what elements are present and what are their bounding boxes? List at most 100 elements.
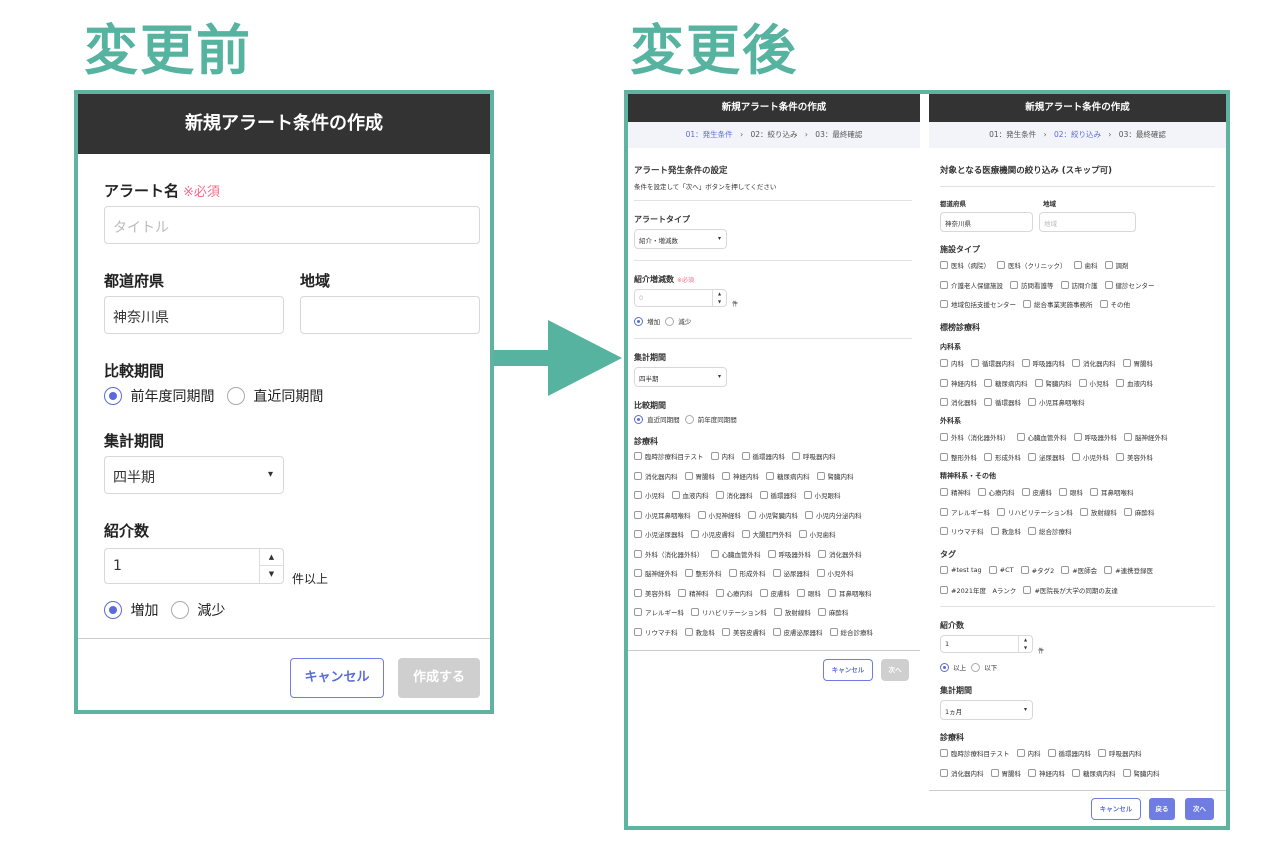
checkbox-option[interactable]: #医師会: [1061, 565, 1097, 575]
checkbox[interactable]: [990, 527, 999, 535]
checkbox-option[interactable]: 内科: [710, 451, 735, 461]
checkbox[interactable]: [803, 491, 812, 499]
checkbox[interactable]: [634, 471, 642, 480]
checkbox[interactable]: [1028, 398, 1036, 406]
stepper-up-icon[interactable]: ▲: [713, 290, 726, 298]
checkbox-option[interactable]: 心療内科: [715, 588, 753, 598]
checkbox-option[interactable]: 循環器科: [984, 397, 1021, 407]
checkbox[interactable]: [772, 569, 781, 577]
checkbox-option[interactable]: 神経内科: [722, 471, 759, 481]
checkbox-option[interactable]: 医科（クリニック）: [997, 260, 1067, 270]
checkbox-option[interactable]: 放射線科: [1079, 507, 1117, 517]
checkbox-option[interactable]: 放射線科: [773, 607, 811, 617]
checkbox[interactable]: [634, 530, 642, 538]
checkbox[interactable]: [759, 491, 768, 499]
checkbox-option[interactable]: 胃腸科: [1122, 358, 1153, 368]
checkbox-option[interactable]: 神経内科: [940, 378, 977, 388]
checkbox[interactable]: [741, 452, 750, 460]
checkbox[interactable]: [971, 359, 979, 367]
radio-recent[interactable]: [634, 414, 643, 424]
checkbox[interactable]: [1098, 749, 1106, 757]
checkbox[interactable]: [715, 491, 724, 499]
checkbox[interactable]: [1021, 359, 1030, 367]
checkbox-option[interactable]: #連携登録医: [1104, 565, 1153, 575]
checkbox-option[interactable]: 眼科: [797, 588, 821, 598]
checkbox-option[interactable]: リハビリテーション科: [997, 507, 1073, 517]
checkbox[interactable]: [684, 627, 693, 636]
checkbox[interactable]: [1028, 452, 1036, 461]
checkbox[interactable]: [1116, 452, 1124, 461]
next-button[interactable]: 次へ: [1185, 798, 1214, 820]
checkbox-option[interactable]: 胃腸科: [990, 768, 1021, 778]
checkbox[interactable]: [634, 627, 642, 636]
checkbox[interactable]: [816, 471, 825, 480]
count-stepper[interactable]: ▲ ▼: [259, 549, 283, 583]
prefecture-input[interactable]: 神奈川県: [940, 212, 1033, 232]
radio-increase[interactable]: [634, 316, 643, 326]
checkbox[interactable]: [1078, 378, 1087, 387]
checkbox-option[interactable]: 皮膚科: [759, 588, 790, 598]
checkbox-option[interactable]: 循環器科: [759, 490, 797, 500]
checkbox[interactable]: [1073, 261, 1082, 269]
checkbox[interactable]: [741, 530, 750, 538]
stepper-up-icon[interactable]: ▲: [1019, 636, 1032, 644]
change-count-input[interactable]: 0 ▲ ▼: [634, 289, 727, 307]
checkbox-option[interactable]: 脳神経外科: [1124, 432, 1168, 442]
stepper-down-icon[interactable]: ▼: [1019, 644, 1032, 652]
checkbox[interactable]: [710, 549, 719, 558]
checkbox[interactable]: [816, 569, 825, 577]
checkbox-option[interactable]: 呼吸器外科: [767, 549, 811, 559]
checkbox[interactable]: [1020, 566, 1029, 574]
checkbox-option[interactable]: 糖尿病内科: [1072, 768, 1116, 778]
cancel-button[interactable]: キャンセル: [823, 659, 873, 681]
count-input[interactable]: 1 ▲ ▼: [104, 548, 284, 584]
checkbox[interactable]: [1028, 527, 1036, 535]
checkbox[interactable]: [1072, 768, 1080, 777]
checkbox-option[interactable]: 循環器内科: [1047, 748, 1091, 758]
checkbox-option[interactable]: 救急科: [990, 526, 1021, 536]
checkbox-option[interactable]: 腎臓内科: [816, 471, 854, 481]
checkbox[interactable]: [634, 549, 642, 558]
checkbox-option[interactable]: 精神科: [940, 487, 971, 497]
prefecture-input[interactable]: 神奈川県: [104, 296, 284, 334]
checkbox[interactable]: [829, 627, 838, 636]
checkbox-option[interactable]: 整形外科: [684, 568, 722, 578]
checkbox-option[interactable]: 小児皮膚科: [691, 529, 735, 539]
checkbox-option[interactable]: 腎臓内科: [1122, 768, 1160, 778]
checkbox[interactable]: [1079, 507, 1088, 516]
create-button[interactable]: 作成する: [398, 658, 480, 698]
stepper-up-icon[interactable]: ▲: [260, 549, 283, 566]
checkbox[interactable]: [997, 507, 1005, 516]
checkbox[interactable]: [722, 471, 730, 480]
checkbox-option[interactable]: その他: [1099, 299, 1130, 309]
checkbox-option[interactable]: 皮膚泌尿器科: [772, 627, 823, 637]
checkbox-option[interactable]: 心療内科: [977, 487, 1015, 497]
checkbox-option[interactable]: 呼吸器内科: [792, 451, 836, 461]
checkbox-option[interactable]: 外科（消化器外科）: [940, 432, 1010, 442]
checkbox-option[interactable]: 心臓血管外科: [710, 549, 761, 559]
checkbox-option[interactable]: 小児外科: [1072, 452, 1109, 462]
checkbox-option[interactable]: #CT: [988, 566, 1014, 574]
cancel-button[interactable]: キャンセル: [1091, 798, 1141, 820]
checkbox-option[interactable]: 小児内分泌内科: [805, 510, 862, 520]
checkbox[interactable]: [818, 549, 826, 558]
checkbox-option[interactable]: 内科: [1016, 748, 1041, 758]
checkbox[interactable]: [1034, 378, 1043, 387]
checkbox[interactable]: [1122, 768, 1131, 777]
checkbox[interactable]: [1010, 280, 1018, 289]
checkbox[interactable]: [697, 510, 706, 519]
checkbox[interactable]: [766, 471, 774, 480]
checkbox[interactable]: [988, 566, 997, 574]
checkbox[interactable]: [691, 530, 699, 538]
checkbox[interactable]: [634, 491, 642, 499]
checkbox-option[interactable]: 外科（消化器外科）: [634, 549, 704, 559]
radio-recent[interactable]: [226, 387, 245, 405]
checkbox[interactable]: [1047, 749, 1056, 757]
checkbox[interactable]: [773, 608, 782, 616]
radio-prev-year[interactable]: [104, 387, 122, 405]
alert-type-select[interactable]: 紹介・増減数 ▾: [634, 229, 727, 249]
checkbox[interactable]: [940, 585, 948, 594]
stepper[interactable]: ▲ ▼: [712, 290, 726, 306]
checkbox[interactable]: [1060, 280, 1069, 289]
checkbox-option[interactable]: 血液内科: [1116, 378, 1153, 388]
